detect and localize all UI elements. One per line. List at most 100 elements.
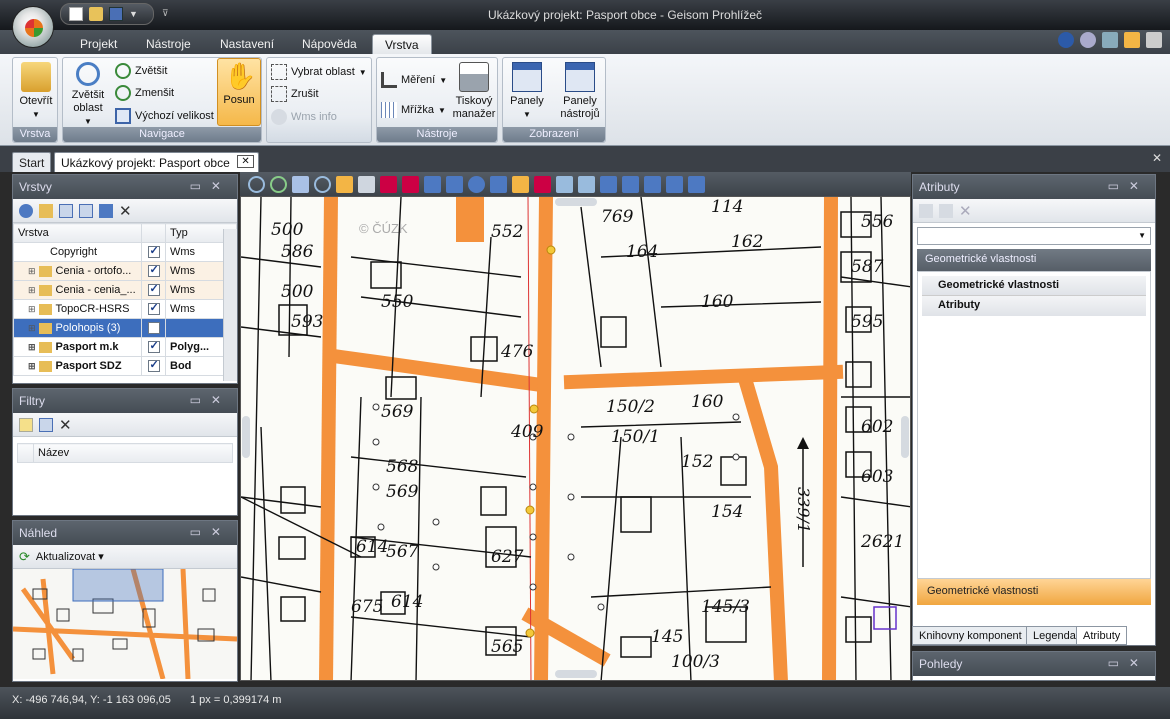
new-file-icon[interactable] [69,7,83,21]
map-scroll-up-handle[interactable] [555,198,597,206]
help-icon[interactable] [1058,32,1074,48]
wms-info-button[interactable]: Wms info [271,107,337,127]
column-header[interactable]: Vrstva [13,223,142,243]
hand-icon[interactable] [1124,32,1140,48]
pan-button[interactable]: ✋ Posun [217,58,261,126]
layer-row[interactable]: ⊞Cenia - cenia_...Wms [13,280,237,300]
panel-controls-icon[interactable]: ▭✕ [190,179,231,193]
layers-icon[interactable] [99,203,113,218]
expand-icon[interactable]: ⊞ [28,285,36,295]
search-icon[interactable] [1080,32,1096,48]
save-icon[interactable] [109,7,123,21]
select-area-button[interactable]: Vybrat oblast ▼ [271,62,367,82]
tab-project[interactable]: Ukázkový projekt: Pasport obce ✕ [54,152,259,172]
split-icon[interactable] [622,175,639,193]
attributes-footer[interactable]: Geometrické vlastnosti [917,579,1151,605]
cadastral-map[interactable]: © ČÚZK 500 552 769 114 162 556 500 164 160 587 595… [241,197,911,681]
tab-legend[interactable]: Legenda [1026,626,1083,645]
open-folder-icon[interactable] [39,203,53,218]
layers-scrollbar[interactable] [223,229,237,381]
refresh-button[interactable]: Aktualizovat ▾ [36,550,104,563]
layer-row[interactable]: ⊞ Polohopis (3) [13,318,237,338]
tab-vrstva[interactable]: Vrstva [372,34,432,54]
tab-attributes[interactable]: Atributy [1076,626,1128,645]
layer-row[interactable]: ⊞Pasport m.kPolyg... [13,337,237,357]
attributes-item[interactable]: Atributy [922,296,1146,316]
delete-icon[interactable]: ✕ [959,202,972,220]
select-arrow-icon[interactable] [358,175,375,193]
overview-map[interactable] [13,569,237,679]
settings-icon[interactable] [19,203,33,218]
edit-icon[interactable] [939,203,953,218]
panel-controls-icon[interactable]: ▭✕ [190,525,231,539]
expand-icon[interactable]: ⊞ [28,361,36,371]
measure-button[interactable]: Měření ▼ [381,70,447,90]
draw-polygon-icon[interactable] [424,175,441,193]
delete-icon[interactable]: ✕ [119,202,132,220]
default-size-button[interactable]: Výchozí velikost [115,106,214,126]
column-header[interactable]: Název [33,443,233,463]
table-edit-icon[interactable] [578,175,595,193]
tab-nastroje[interactable]: Nástroje [134,34,203,54]
properties-icon[interactable] [688,175,705,193]
chevron-down-icon[interactable]: ▼ [129,9,138,19]
map-scroll-down-handle[interactable] [555,670,597,678]
panels-button[interactable]: Panely ▼ [505,60,549,121]
layer-row[interactable]: ⊞Pasport SDZBod [13,356,237,376]
layer-visibility-checkbox[interactable] [147,358,160,373]
layer-visibility-checkbox[interactable] [147,263,160,278]
edit-icon[interactable] [39,417,53,432]
layer-visibility-checkbox[interactable] [147,339,160,354]
search-icon[interactable] [314,175,331,193]
layer-visibility-checkbox[interactable] [147,282,160,297]
edit-node-icon[interactable] [446,175,463,193]
zoom-in-icon[interactable] [270,175,287,193]
expand-icon[interactable]: ⊞ [28,323,36,333]
rotate-icon[interactable] [468,175,485,193]
close-tab-icon[interactable]: ✕ [237,155,254,168]
expand-icon[interactable]: ⊞ [28,266,36,276]
layer-visibility-checkbox[interactable] [147,244,160,259]
customize-qat-icon[interactable]: ⊽ [162,8,169,19]
layer-visibility-checkbox[interactable] [147,322,160,335]
open-layer-button[interactable]: Otevřít ▼ [16,60,56,121]
merge-icon[interactable] [644,175,661,193]
buffer-icon[interactable] [666,175,683,193]
zoom-area-button[interactable]: Zvětšit oblast ▼ [65,60,111,128]
expand-icon[interactable]: ⊞ [28,304,36,314]
open-folder-icon[interactable] [89,7,103,21]
snap-icon[interactable] [490,175,507,193]
layer-row[interactable]: CopyrightWms [13,242,237,262]
attributes-select[interactable]: ▼ [917,227,1151,245]
hand-icon[interactable] [336,175,353,193]
zoom-area-icon[interactable] [248,175,265,193]
close-document-icon[interactable]: ✕ [1152,151,1162,165]
refresh-icon[interactable]: ⟳ [19,549,30,565]
map-scroll-left-handle[interactable] [242,416,250,458]
tab-component-library[interactable]: Knihovny komponent [912,626,1029,645]
zoom-out-button[interactable]: Zmenšit [115,83,174,103]
tab-nastaveni[interactable]: Nastavení [208,34,286,54]
delete-icon[interactable]: ✕ [59,416,72,434]
layer-visibility-checkbox[interactable] [147,301,160,316]
layer-row[interactable]: ⊞Cenia - ortofo...Wms [13,261,237,281]
default-size-icon[interactable] [292,175,309,193]
vertex-icon[interactable] [600,175,617,193]
cancel-selection-button[interactable]: Zrušit [271,84,319,104]
attributes-item[interactable]: Geometrické vlastnosti [922,276,1146,296]
grid-button[interactable]: Mřížka ▼ [381,100,446,120]
print-manager-button[interactable]: Tiskový manažer [451,60,497,121]
tool-panels-button[interactable]: Panely nástrojů [553,60,607,121]
new-filter-icon[interactable] [19,417,33,432]
map-scroll-right-handle[interactable] [901,416,909,458]
application-menu-button[interactable] [12,6,54,48]
highlight-icon[interactable] [512,175,529,193]
zoom-in-button[interactable]: Zvětšit [115,61,167,81]
layer-row[interactable]: ⊞TopoCR-HSRSWms [13,299,237,319]
panel-controls-icon[interactable]: ▭✕ [1108,656,1149,670]
tab-projekt[interactable]: Projekt [68,34,129,54]
expand-icon[interactable]: ⊞ [28,342,36,352]
panel-controls-icon[interactable]: ▭✕ [190,393,231,407]
edit-icon[interactable] [59,203,73,218]
window-icon[interactable] [1102,32,1118,48]
